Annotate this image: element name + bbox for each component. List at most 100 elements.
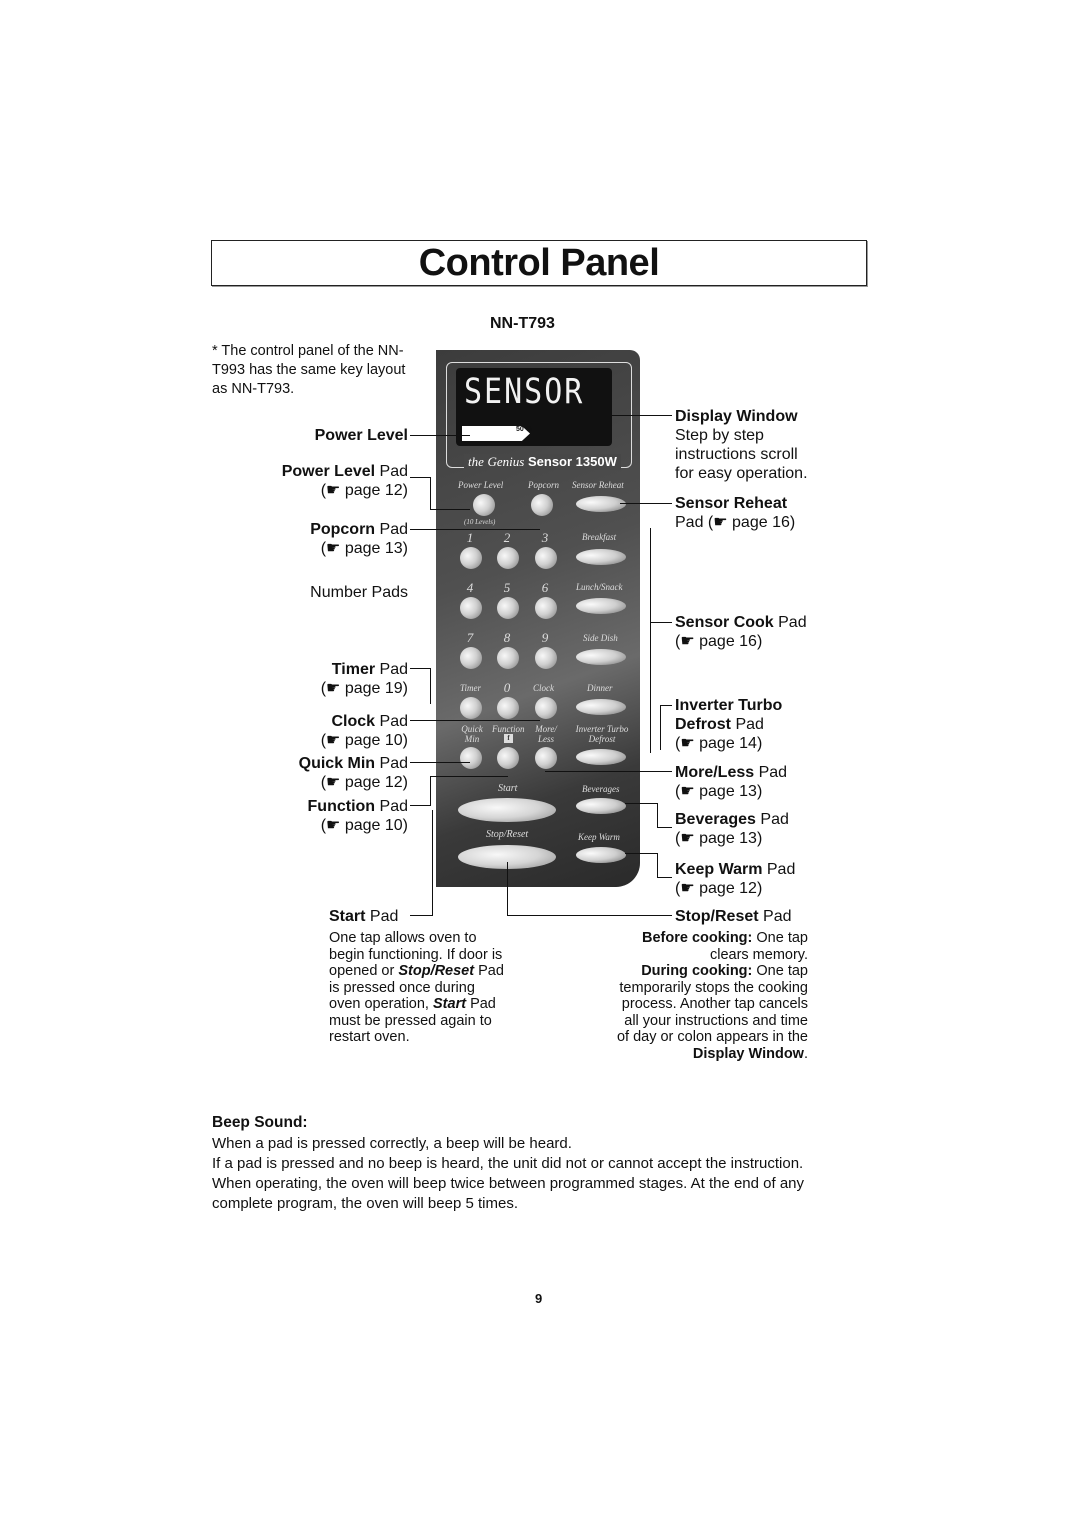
leader-line bbox=[657, 877, 672, 878]
popcorn-pad-label: Popcorn bbox=[528, 480, 559, 490]
number-label: 9 bbox=[541, 630, 549, 645]
beep-sound-text: When a pad is pressed correctly, a beep … bbox=[212, 1135, 805, 1212]
number-button-9[interactable] bbox=[535, 647, 557, 669]
stop-reset-pad-label: Stop/Reset bbox=[486, 829, 529, 840]
title-box: Control Panel bbox=[211, 240, 867, 286]
timer-pad-label: Timer bbox=[460, 683, 482, 693]
timer-button[interactable] bbox=[460, 697, 482, 719]
number-button-7[interactable] bbox=[460, 647, 482, 669]
number-button-3[interactable] bbox=[535, 547, 557, 569]
sensor-reheat-button[interactable] bbox=[576, 496, 626, 512]
keep-warm-button[interactable] bbox=[576, 847, 626, 863]
leader-line bbox=[657, 827, 672, 828]
stop-reset-pad-heading: Stop/Reset Pad bbox=[675, 908, 792, 925]
function-pad-label: Function bbox=[492, 724, 525, 734]
model-label: NN-T793 bbox=[490, 315, 555, 332]
brand-sensor: Sensor 1350W bbox=[527, 454, 617, 469]
callout-more-less: More/Less Pad (☛ page 13) bbox=[675, 764, 788, 800]
inverter-turbo-defrost-button[interactable] bbox=[576, 749, 626, 765]
leader-line bbox=[410, 720, 540, 721]
leader-line bbox=[657, 803, 658, 827]
stop-reset-pad-description: Before cooking: One tap clears memory. D… bbox=[616, 930, 808, 1062]
dinner-button[interactable] bbox=[576, 699, 626, 715]
brand-logo: the Genius Sensor 1350W bbox=[464, 454, 621, 470]
leader-line bbox=[657, 853, 658, 877]
beep-sound-heading: Beep Sound: bbox=[212, 1114, 308, 1131]
brand-genius: Genius bbox=[487, 454, 525, 469]
lunch-snack-button[interactable] bbox=[576, 598, 626, 614]
leader-line bbox=[410, 435, 470, 436]
leader-line bbox=[430, 668, 431, 704]
function-button[interactable] bbox=[497, 747, 519, 769]
number-button-0[interactable] bbox=[497, 697, 519, 719]
leader-line bbox=[625, 803, 657, 804]
beverages-pad-label: Beverages bbox=[582, 784, 620, 794]
leader-line bbox=[650, 528, 651, 753]
number-label: 5 bbox=[503, 580, 511, 595]
number-label: 8 bbox=[503, 630, 511, 645]
start-button[interactable] bbox=[458, 798, 556, 822]
leader-line bbox=[660, 705, 672, 706]
power-level-pad-label: Power Level bbox=[458, 480, 504, 490]
inverter-turbo-defrost-pad-label: Inverter Turbo Defrost bbox=[575, 724, 629, 744]
leader-line bbox=[432, 810, 433, 915]
number-button-6[interactable] bbox=[535, 597, 557, 619]
leader-line bbox=[507, 915, 672, 916]
number-label: 4 bbox=[466, 580, 474, 595]
number-label: 3 bbox=[541, 530, 549, 545]
number-button-4[interactable] bbox=[460, 597, 482, 619]
number-button-5[interactable] bbox=[497, 597, 519, 619]
leader-line bbox=[430, 477, 431, 509]
callout-power-level-pad: Power Level Pad (☛ page 12) bbox=[281, 463, 408, 499]
lunch-snack-pad-label: Lunch/Snack bbox=[576, 582, 623, 592]
number-button-1[interactable] bbox=[460, 547, 482, 569]
keep-warm-pad-label: Keep Warm bbox=[578, 832, 620, 842]
callout-sensor-reheat: Sensor Reheat Pad (☛ page 16) bbox=[675, 495, 796, 531]
callout-beverages: Beverages Pad (☛ page 13) bbox=[675, 811, 789, 847]
leader-line bbox=[650, 622, 672, 623]
number-label: 6 bbox=[541, 580, 549, 595]
breakfast-button[interactable] bbox=[576, 549, 626, 565]
display-window: SENSOR 50 % bbox=[456, 368, 612, 446]
leader-line bbox=[410, 805, 430, 806]
number-label: 1 bbox=[466, 530, 474, 545]
start-pad-heading: Start Pad bbox=[329, 908, 399, 925]
display-text: SENSOR bbox=[464, 372, 585, 413]
callout-keep-warm: Keep Warm Pad (☛ page 12) bbox=[675, 861, 796, 897]
quick-min-button[interactable] bbox=[460, 747, 482, 769]
popcorn-button[interactable] bbox=[531, 494, 553, 516]
number-label: 0 bbox=[503, 680, 511, 695]
power-level-percent: 50 % bbox=[516, 426, 532, 433]
leader-line bbox=[410, 668, 430, 669]
leader-line bbox=[600, 415, 672, 416]
leader-line bbox=[507, 862, 508, 915]
callout-inverter-turbo-defrost: Inverter Turbo Defrost Pad (☛ page 14) bbox=[675, 697, 783, 752]
more-less-button[interactable] bbox=[535, 747, 557, 769]
callout-function-pad: Function Pad (☛ page 10) bbox=[307, 798, 408, 834]
dinner-pad-label: Dinner bbox=[587, 683, 613, 693]
leader-line bbox=[620, 503, 672, 504]
start-pad-label: Start bbox=[498, 783, 518, 794]
leader-line bbox=[430, 509, 470, 510]
number-label: 7 bbox=[466, 630, 474, 645]
clock-button[interactable] bbox=[535, 697, 557, 719]
side-dish-pad-label: Side Dish bbox=[583, 633, 618, 643]
side-dish-button[interactable] bbox=[576, 649, 626, 665]
function-icon: f bbox=[504, 734, 513, 743]
brand-the: the bbox=[468, 454, 484, 469]
callout-power-level: Power Level bbox=[314, 427, 408, 444]
leader-line bbox=[410, 915, 433, 916]
number-button-8[interactable] bbox=[497, 647, 519, 669]
number-button-2[interactable] bbox=[497, 547, 519, 569]
callout-timer-pad: Timer Pad (☛ page 19) bbox=[320, 661, 408, 697]
leader-line bbox=[410, 477, 430, 478]
control-panel: SENSOR 50 % the Genius Sensor 1350W Powe… bbox=[436, 350, 640, 887]
callout-number-pads: Number Pads bbox=[310, 584, 408, 601]
model-note: * The control panel of the NN-T993 has t… bbox=[212, 343, 406, 397]
callout-clock-pad: Clock Pad (☛ page 10) bbox=[320, 713, 408, 749]
beverages-button[interactable] bbox=[576, 798, 626, 814]
power-level-button[interactable] bbox=[473, 494, 495, 516]
start-pad-description: One tap allows oven to begin functioning… bbox=[329, 930, 504, 1045]
leader-line bbox=[410, 529, 540, 530]
breakfast-pad-label: Breakfast bbox=[582, 532, 617, 542]
